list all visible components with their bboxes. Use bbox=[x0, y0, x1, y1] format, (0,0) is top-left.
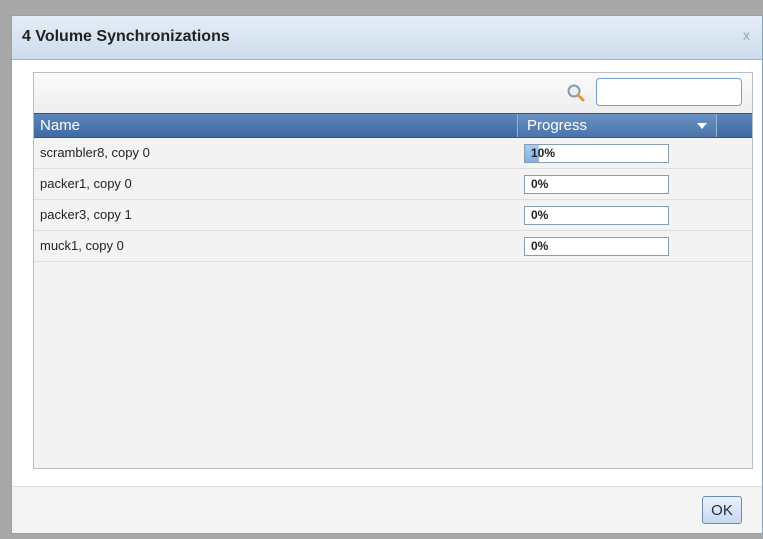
sync-grid-panel: Name Progress scrambler8, copy 0 10% pac… bbox=[33, 72, 753, 469]
chevron-down-icon[interactable] bbox=[697, 123, 707, 129]
row-name: packer3, copy 1 bbox=[40, 207, 132, 222]
row-name: packer1, copy 0 bbox=[40, 176, 132, 191]
close-icon[interactable]: x bbox=[743, 27, 750, 43]
table-row[interactable]: packer3, copy 1 0% bbox=[34, 200, 752, 231]
search-icon[interactable] bbox=[566, 83, 586, 103]
table-row[interactable]: packer1, copy 0 0% bbox=[34, 169, 752, 200]
volume-sync-dialog: 4 Volume Synchronizations x Name Progres… bbox=[11, 15, 763, 534]
grid-toolbar bbox=[34, 73, 752, 113]
dialog-footer: OK bbox=[12, 486, 762, 533]
grid-header: Name Progress bbox=[34, 113, 752, 138]
grid-body: scrambler8, copy 0 10% packer1, copy 0 0… bbox=[34, 138, 752, 262]
ok-button[interactable]: OK bbox=[702, 496, 742, 524]
progress-text: 0% bbox=[531, 177, 549, 191]
column-header-progress-label: Progress bbox=[527, 117, 588, 134]
column-header-name[interactable]: Name bbox=[34, 114, 518, 137]
progress-text: 0% bbox=[531, 239, 549, 253]
column-header-progress[interactable]: Progress bbox=[519, 114, 717, 137]
progress-text: 10% bbox=[531, 146, 556, 160]
progress-bar: 0% bbox=[524, 175, 669, 194]
progress-bar: 10% bbox=[524, 144, 669, 163]
table-row[interactable]: muck1, copy 0 0% bbox=[34, 231, 752, 262]
row-name: muck1, copy 0 bbox=[40, 238, 124, 253]
table-row[interactable]: scrambler8, copy 0 10% bbox=[34, 138, 752, 169]
dialog-title: 4 Volume Synchronizations bbox=[22, 28, 230, 45]
dialog-titlebar[interactable]: 4 Volume Synchronizations x bbox=[12, 16, 762, 60]
progress-bar: 0% bbox=[524, 206, 669, 225]
progress-text: 0% bbox=[531, 208, 549, 222]
search-input[interactable] bbox=[596, 78, 742, 106]
row-name: scrambler8, copy 0 bbox=[40, 145, 150, 160]
progress-bar: 0% bbox=[524, 237, 669, 256]
